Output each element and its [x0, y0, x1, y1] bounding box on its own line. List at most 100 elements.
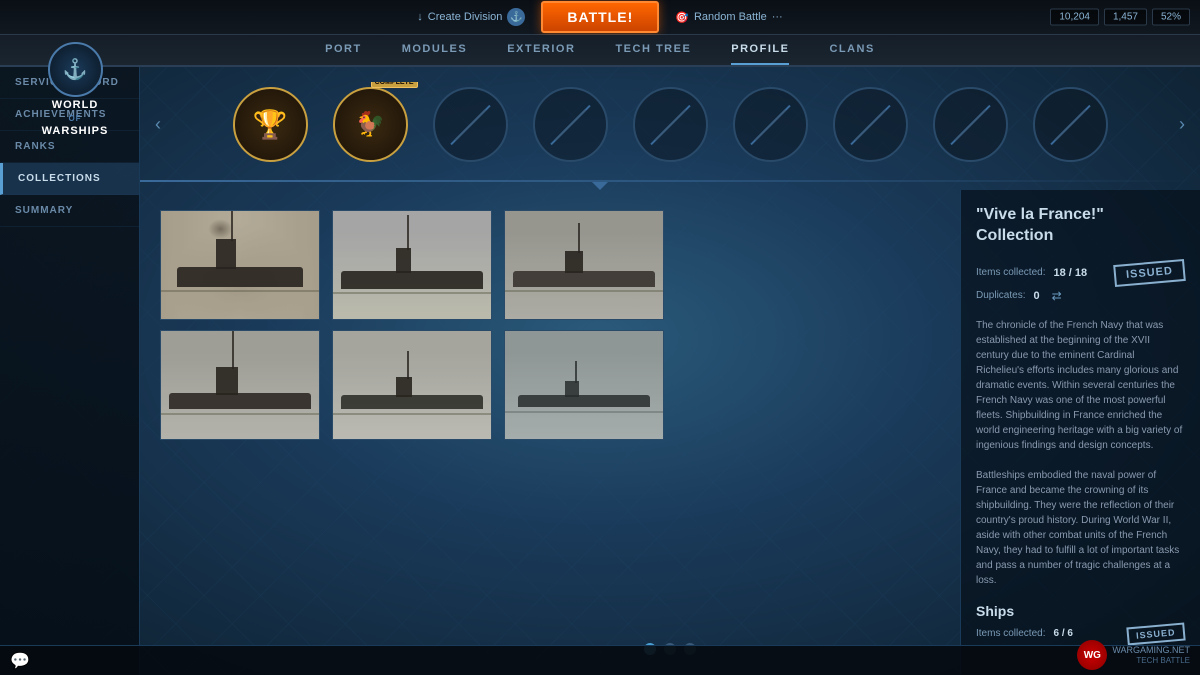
- logo-text: WORLD OF WARSHIPS: [42, 99, 109, 139]
- ship-mast-4: [232, 330, 234, 369]
- medal-circle-7: [833, 87, 908, 162]
- collection-stats: Items collected: 18 / 18 ISSUED Duplicat…: [976, 262, 1185, 303]
- collection-title: "Vive la France!" Collection: [976, 205, 1185, 247]
- medals-prev-button[interactable]: ‹: [150, 109, 166, 140]
- ship-tower-3: [565, 251, 583, 273]
- items-collected-value: 18 / 18: [1053, 267, 1087, 279]
- nav-item-modules[interactable]: MODULES: [402, 35, 468, 65]
- stat-row-items: Items collected: 18 / 18 ISSUED: [976, 262, 1185, 284]
- water-line-6: [505, 411, 663, 413]
- gallery-image-5[interactable]: [332, 330, 492, 440]
- ships-collected-value: 6 / 6: [1053, 628, 1072, 639]
- medal-item-7[interactable]: [828, 82, 913, 167]
- medal-circle-8: [933, 87, 1008, 162]
- medals-carousel: ‹ 🏆 🐓 COMPLETE: [140, 67, 1200, 182]
- sidebar: SERVICE RECORD ACHIEVEMENTS RANKS COLLEC…: [0, 67, 140, 675]
- top-bar-right: 10,204 1,457 52%: [1050, 9, 1190, 26]
- sidebar-item-collections[interactable]: COLLECTIONS: [0, 163, 139, 195]
- duplicates-label: Duplicates:: [976, 290, 1025, 301]
- medal-item-5[interactable]: [628, 82, 713, 167]
- wargaming-logo: WG WARGAMING.NET TECH BATTLE: [1077, 640, 1190, 670]
- division-icon: ⚓: [507, 8, 525, 26]
- top-bar-center: ↓ Create Division ⚓ BATTLE! 🎯 Random Bat…: [409, 1, 790, 33]
- random-battle-label: Random Battle: [694, 11, 767, 23]
- medal-item-1[interactable]: 🏆: [228, 82, 313, 167]
- collection-description-2: Battleships embodied the naval power of …: [976, 468, 1185, 588]
- logo-emblem: ⚓: [48, 42, 103, 97]
- create-division-label: Create Division: [428, 11, 503, 23]
- ship-body-3: [513, 271, 655, 287]
- medal-circle-1: 🏆: [233, 87, 308, 162]
- lock-line-6: [750, 104, 790, 144]
- medal-item-2[interactable]: 🐓 COMPLETE: [328, 82, 413, 167]
- wg-emblem: WG: [1077, 640, 1107, 670]
- medal-item-3[interactable]: [428, 82, 513, 167]
- stat-xp: 10,204: [1050, 9, 1099, 26]
- gallery-image-3[interactable]: [504, 210, 664, 320]
- stat-credits: 1,457: [1104, 9, 1147, 26]
- stat-row-duplicates: Duplicates: 0 ⇄: [976, 289, 1185, 303]
- menu-dots-icon: ···: [772, 11, 783, 23]
- nav-item-tech-tree[interactable]: TECH TREE: [615, 35, 691, 65]
- medal-item-9[interactable]: [1028, 82, 1113, 167]
- ship-smoke-1: [208, 219, 233, 239]
- nav-item-exterior[interactable]: EXTERIOR: [507, 35, 575, 65]
- medal-gold-icon-1: 🏆: [253, 108, 288, 141]
- water-line-5: [333, 413, 491, 415]
- ship-tower-2: [396, 248, 411, 273]
- stat-winrate: 52%: [1152, 9, 1190, 26]
- medal-complete-badge: COMPLETE: [371, 82, 418, 88]
- nav-bar: PORT MODULES EXTERIOR TECH TREE PROFILE …: [0, 35, 1200, 67]
- ships-title: Ships: [976, 603, 1185, 619]
- main-content: "Vive la France!" Collection Items colle…: [140, 190, 1200, 675]
- ship-mast-3: [578, 223, 580, 253]
- arrow-down-icon: ↓: [417, 11, 423, 23]
- lock-line-4: [550, 104, 590, 144]
- img-overlay-2: [333, 211, 491, 319]
- water-line-3: [505, 290, 663, 292]
- gallery-image-6[interactable]: [504, 330, 664, 440]
- gallery-image-2[interactable]: [332, 210, 492, 320]
- bottom-bar: 💬 WG WARGAMING.NET TECH BATTLE: [0, 645, 1200, 675]
- random-battle-button[interactable]: 🎯 Random Battle ···: [667, 11, 790, 24]
- top-bar: ↓ Create Division ⚓ BATTLE! 🎯 Random Bat…: [0, 0, 1200, 35]
- img-overlay-4: [161, 331, 319, 439]
- medal-circle-6: [733, 87, 808, 162]
- separator: [140, 180, 1200, 182]
- medal-item-4[interactable]: [528, 82, 613, 167]
- nav-item-clans[interactable]: CLANS: [829, 35, 874, 65]
- ship-body-5: [341, 395, 483, 409]
- lock-line-3: [450, 104, 490, 144]
- wg-text: WARGAMING.NET TECH BATTLE: [1112, 645, 1190, 665]
- gallery-image-4[interactable]: [160, 330, 320, 440]
- sidebar-item-summary[interactable]: SUMMARY: [0, 195, 139, 227]
- create-division-button[interactable]: ↓ Create Division ⚓: [409, 8, 533, 26]
- gallery-image-1[interactable]: [160, 210, 320, 320]
- chat-button[interactable]: 💬: [0, 651, 40, 671]
- medal-circle-5: [633, 87, 708, 162]
- water-line-1: [161, 290, 319, 292]
- medal-item-6[interactable]: [728, 82, 813, 167]
- battle-button[interactable]: BATTLE!: [541, 1, 659, 33]
- medals-list: 🏆 🐓 COMPLETE: [166, 82, 1174, 167]
- collection-description-1: The chronicle of the French Navy that wa…: [976, 318, 1185, 453]
- right-panel: "Vive la France!" Collection Items colle…: [960, 190, 1200, 675]
- ship-tower-1: [216, 239, 236, 269]
- medal-circle-2: 🐓: [333, 87, 408, 162]
- medal-circle-9: [1033, 87, 1108, 162]
- nav-item-profile[interactable]: PROFILE: [731, 35, 789, 65]
- medal-item-8[interactable]: [928, 82, 1013, 167]
- water-line-2: [333, 292, 491, 294]
- ships-collected-label: Items collected:: [976, 628, 1045, 639]
- medal-circle-3: [433, 87, 508, 162]
- ship-body-4: [169, 393, 311, 409]
- logo: ⚓ WORLD OF WARSHIPS: [10, 35, 140, 145]
- medal-silver-icon-2: 🐓: [355, 110, 385, 139]
- img-overlay-1: [161, 211, 319, 319]
- duplicates-value: 0: [1033, 290, 1039, 302]
- gallery-area: [140, 190, 960, 675]
- medals-next-button[interactable]: ›: [1174, 109, 1190, 140]
- nav-items: PORT MODULES EXTERIOR TECH TREE PROFILE …: [325, 35, 875, 65]
- nav-item-port[interactable]: PORT: [325, 35, 362, 65]
- issued-badge-main: ISSUED: [1113, 259, 1186, 287]
